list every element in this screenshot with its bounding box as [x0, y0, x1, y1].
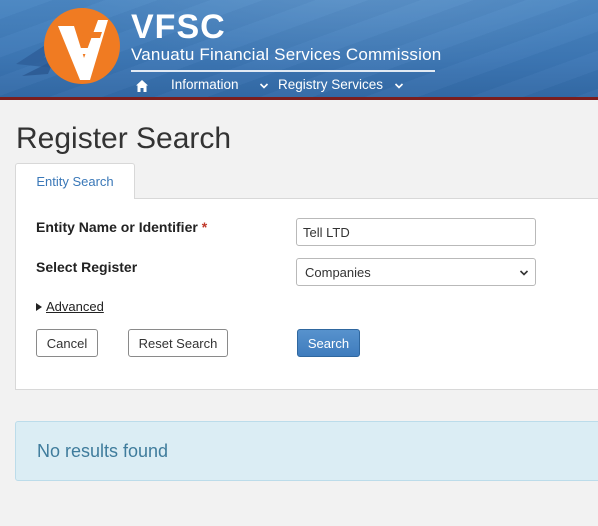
- nav-item-registry-services[interactable]: Registry Services: [278, 77, 383, 92]
- register-select[interactable]: Companies: [296, 258, 536, 286]
- register-select-value: Companies: [305, 264, 371, 280]
- chevron-down-icon: [519, 270, 529, 276]
- chevron-down-icon[interactable]: [394, 81, 404, 91]
- tab-entity-search[interactable]: Entity Search: [15, 163, 135, 199]
- entity-name-input[interactable]: [296, 218, 536, 246]
- entity-name-label-text: Entity Name or Identifier: [36, 219, 198, 235]
- advanced-link[interactable]: Advanced: [46, 299, 104, 314]
- select-register-label: Select Register: [36, 259, 138, 275]
- home-icon[interactable]: [135, 79, 149, 93]
- site-header: VFSC Vanuatu Financial Services Commissi…: [0, 0, 598, 100]
- nav-item-information[interactable]: Information: [171, 77, 239, 92]
- vfsc-logo-icon: [16, 8, 120, 84]
- no-results-message: No results found: [37, 440, 169, 461]
- brand-divider: [131, 70, 435, 72]
- no-results-alert: No results found: [15, 421, 598, 481]
- search-button[interactable]: Search: [297, 329, 360, 357]
- advanced-toggle[interactable]: Advanced: [36, 299, 104, 314]
- caret-right-icon: [36, 302, 42, 311]
- main-nav: [131, 76, 149, 96]
- brand-subtitle: Vanuatu Financial Services Commission: [131, 45, 442, 64]
- cancel-button[interactable]: Cancel: [36, 329, 98, 357]
- brand-title: VFSC: [131, 8, 226, 46]
- vfsc-logo[interactable]: [14, 2, 124, 94]
- required-marker: *: [201, 219, 208, 235]
- tab-entity-search-label: Entity Search: [36, 174, 114, 189]
- chevron-down-icon[interactable]: [259, 81, 269, 91]
- reset-search-button[interactable]: Reset Search: [128, 329, 228, 357]
- nav-item-registry-services-label: Registry Services: [278, 77, 384, 92]
- entity-name-label: Entity Name or Identifier *: [36, 219, 207, 235]
- nav-item-information-label: Information: [171, 77, 239, 92]
- page-title: Register Search: [16, 122, 232, 155]
